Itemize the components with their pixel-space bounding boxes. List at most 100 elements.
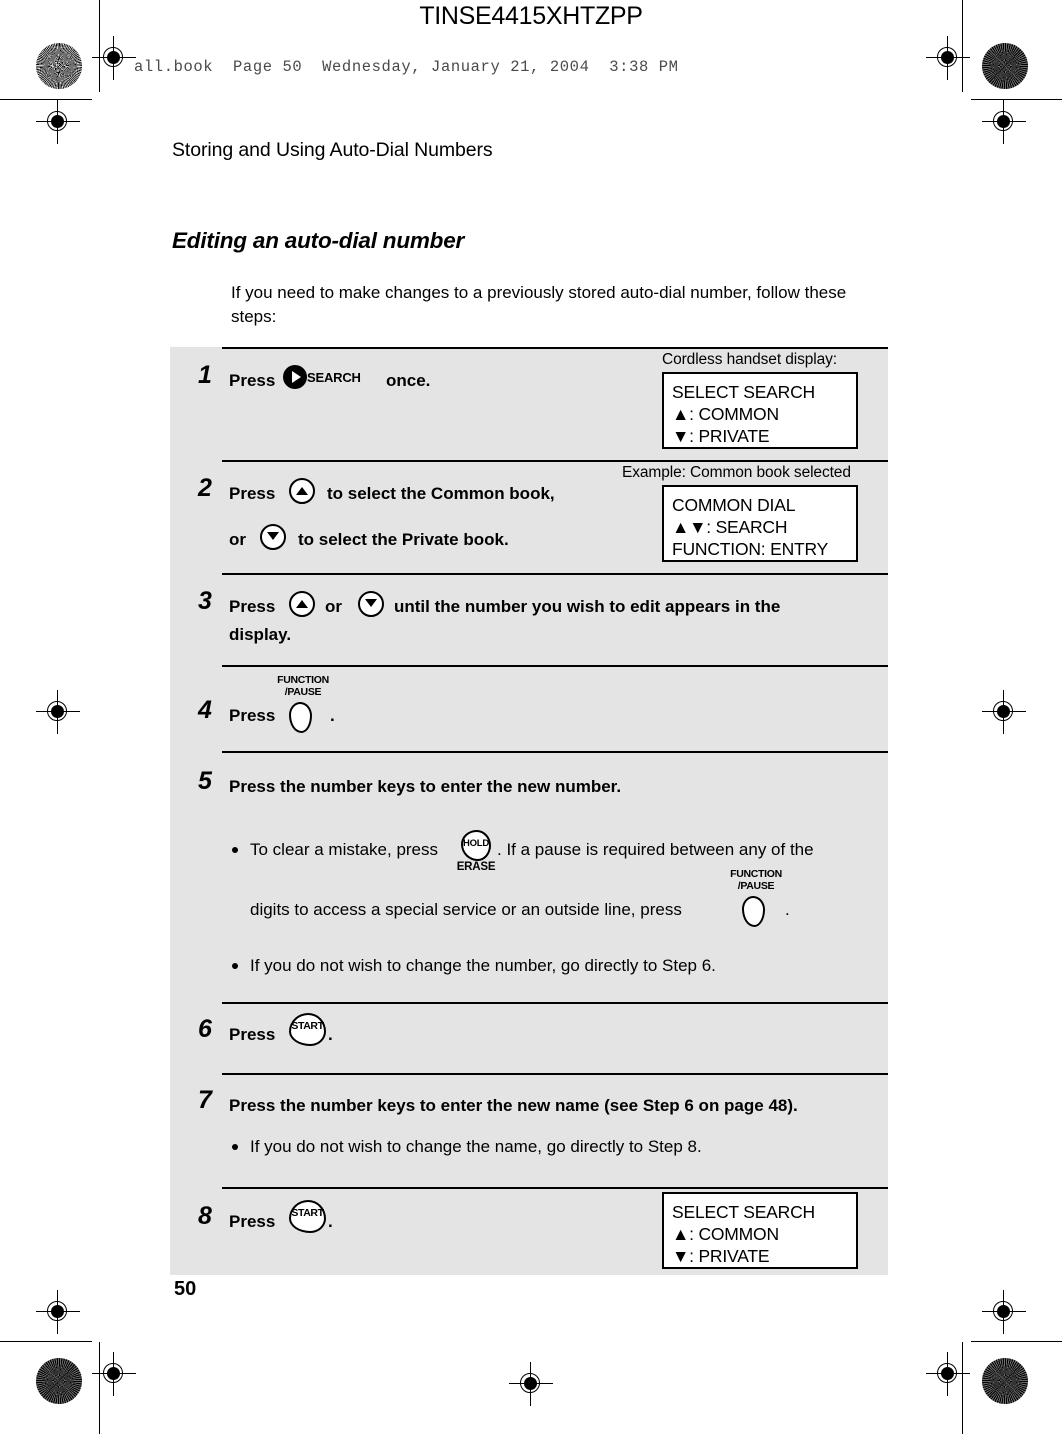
step-6-text-before: Press: [229, 1025, 276, 1044]
display-line: SELECT SEARCH: [672, 382, 815, 402]
intro-paragraph: If you need to make changes to a previou…: [231, 283, 847, 326]
registration-mark-top-left-inner: [92, 1352, 136, 1396]
function-pause-key-icon[interactable]: FUNCTION /PAUSE: [277, 674, 329, 734]
start-key-icon[interactable]: START: [289, 1200, 327, 1234]
step-divider: [222, 1187, 888, 1189]
registration-mark-top-left-outer: [92, 36, 136, 80]
up-arrow-key-icon[interactable]: [289, 478, 315, 504]
step-1-text-after: once.: [386, 371, 431, 390]
step-5-bullet1-part-b: . If a pause is required between any of …: [497, 840, 814, 859]
step-8-handset-display: SELECT SEARCH ▲: COMMON ▼: PRIVATE: [662, 1192, 858, 1269]
function-caption-line1: FUNCTION: [277, 674, 329, 686]
step-divider: [222, 573, 888, 575]
step-number: 4: [198, 696, 212, 724]
triangle-down-icon: [365, 599, 377, 607]
step-1-handset-display: SELECT SEARCH ▲: COMMON ▼: PRIVATE: [662, 372, 858, 449]
step-divider: [222, 751, 888, 753]
running-head: Storing and Using Auto-Dial Numbers: [172, 139, 493, 161]
step-3-text-middle: or: [325, 597, 342, 616]
color-registration-target-top-right: [982, 43, 1028, 89]
step-4-text-after: .: [330, 706, 335, 725]
registration-mark-top-right-outer: [926, 36, 970, 80]
step-8-text-before: Press: [229, 1212, 276, 1231]
display-line: FUNCTION: ENTRY: [672, 539, 829, 559]
down-arrow-key-icon[interactable]: [358, 591, 384, 617]
function-pause-key-caption: FUNCTION /PAUSE: [273, 674, 333, 698]
step-number: 7: [198, 1086, 212, 1114]
display-line: ▼: PRIVATE: [672, 426, 770, 446]
registration-mark-middle-right: [982, 690, 1026, 734]
registration-mark-top-left: [36, 100, 80, 144]
function-pause-key-body: [289, 702, 312, 733]
step-2-line1-after: to select the Common book,: [327, 484, 555, 503]
step-number: 3: [198, 587, 212, 615]
step-divider: [222, 460, 888, 462]
step-number: 1: [198, 361, 212, 389]
step-number: 2: [198, 474, 212, 502]
function-caption-line2: /PAUSE: [284, 685, 322, 698]
page-number: 50: [174, 1278, 197, 1300]
play-triangle-icon: [292, 371, 301, 383]
down-arrow-key-icon[interactable]: [260, 524, 286, 550]
step-2-line2-after: to select the Private book.: [298, 530, 509, 549]
step-4-text-before: Press: [229, 706, 276, 725]
triangle-up-icon: [296, 487, 308, 495]
registration-mark-top-right-inner: [926, 1352, 970, 1396]
step-3-line2: display.: [229, 625, 292, 644]
step-3-text-before: Press: [229, 597, 276, 616]
registration-mark-bottom-left: [36, 1290, 80, 1334]
crop-line-bottom-right-horizontal: [971, 1341, 1062, 1343]
step-2-display-caption: Example: Common book selected: [622, 464, 851, 481]
step-5-bullet1-part-d: .: [785, 900, 790, 919]
display-line: ▲: COMMON: [672, 1224, 779, 1244]
step-number: 8: [198, 1202, 212, 1230]
step-5-heading: Press the number keys to enter the new n…: [229, 777, 622, 796]
erase-key-label: ERASE: [456, 861, 496, 873]
up-arrow-key-icon[interactable]: [289, 591, 315, 617]
step-2-line2-before: or: [229, 530, 246, 549]
step-number: 6: [198, 1015, 212, 1043]
search-key-icon[interactable]: SEARCH: [283, 365, 361, 389]
step-divider: [222, 347, 888, 349]
step-6-text-after: .: [328, 1025, 333, 1044]
triangle-down-icon: [267, 532, 279, 540]
step-divider: [222, 1073, 888, 1075]
registration-mark-bottom-right: [982, 1290, 1026, 1334]
step-1-display-caption: Cordless handset display:: [662, 351, 837, 368]
display-line: COMMON DIAL: [672, 495, 796, 515]
book-file-info-line: all.book Page 50 Wednesday, January 21, …: [134, 58, 679, 76]
step-5-bullet2: If you do not wish to change the number,…: [250, 956, 716, 975]
start-key-icon[interactable]: START: [289, 1013, 327, 1047]
start-key-label: START: [291, 1020, 324, 1032]
step-1-text-before: Press: [229, 371, 276, 390]
step-2-handset-display: COMMON DIAL ▲▼: SEARCH FUNCTION: ENTRY: [662, 485, 858, 562]
function-pause-key-body: [742, 896, 765, 927]
step-7-heading: Press the number keys to enter the new n…: [229, 1096, 798, 1115]
section-title: Editing an auto-dial number: [172, 228, 465, 253]
hold-key-label: HOLD: [462, 838, 490, 849]
step-divider: [222, 665, 888, 667]
search-key-label: SEARCH: [307, 370, 361, 385]
display-line: ▼: PRIVATE: [672, 1246, 770, 1266]
registration-mark-bottom-center: [509, 1362, 553, 1406]
function-pause-key-caption: FUNCTION /PAUSE: [726, 868, 786, 892]
hold-erase-key-icon[interactable]: HOLD ERASE: [457, 830, 496, 873]
step-7-bullet1: If you do not wish to change the name, g…: [250, 1137, 702, 1156]
function-pause-key-icon[interactable]: FUNCTION /PAUSE: [730, 868, 782, 928]
function-caption-line1: FUNCTION: [730, 868, 782, 880]
color-registration-target-bottom-right: [982, 1358, 1028, 1404]
step-2-line1-before: Press: [229, 484, 276, 503]
crop-line-bottom-left-horizontal: [0, 1341, 92, 1343]
document-code: TINSE4415XHTZPP: [419, 2, 643, 30]
registration-mark-top-right: [982, 100, 1026, 144]
step-5-bullet1-part-c: digits to access a special service or an…: [250, 900, 682, 919]
registration-mark-middle-left: [36, 690, 80, 734]
bullet-marker: [232, 963, 238, 969]
start-key-label: START: [291, 1207, 324, 1219]
display-line: SELECT SEARCH: [672, 1202, 815, 1222]
display-line: ▲▼: SEARCH: [672, 517, 788, 537]
color-registration-target-bottom-left: [36, 1358, 82, 1404]
steps-panel: 1 Press SEARCH once. Cordless handset di…: [170, 347, 888, 1275]
step-3-text-after: until the number you wish to edit appear…: [394, 597, 781, 616]
function-caption-line2: /PAUSE: [737, 879, 775, 892]
